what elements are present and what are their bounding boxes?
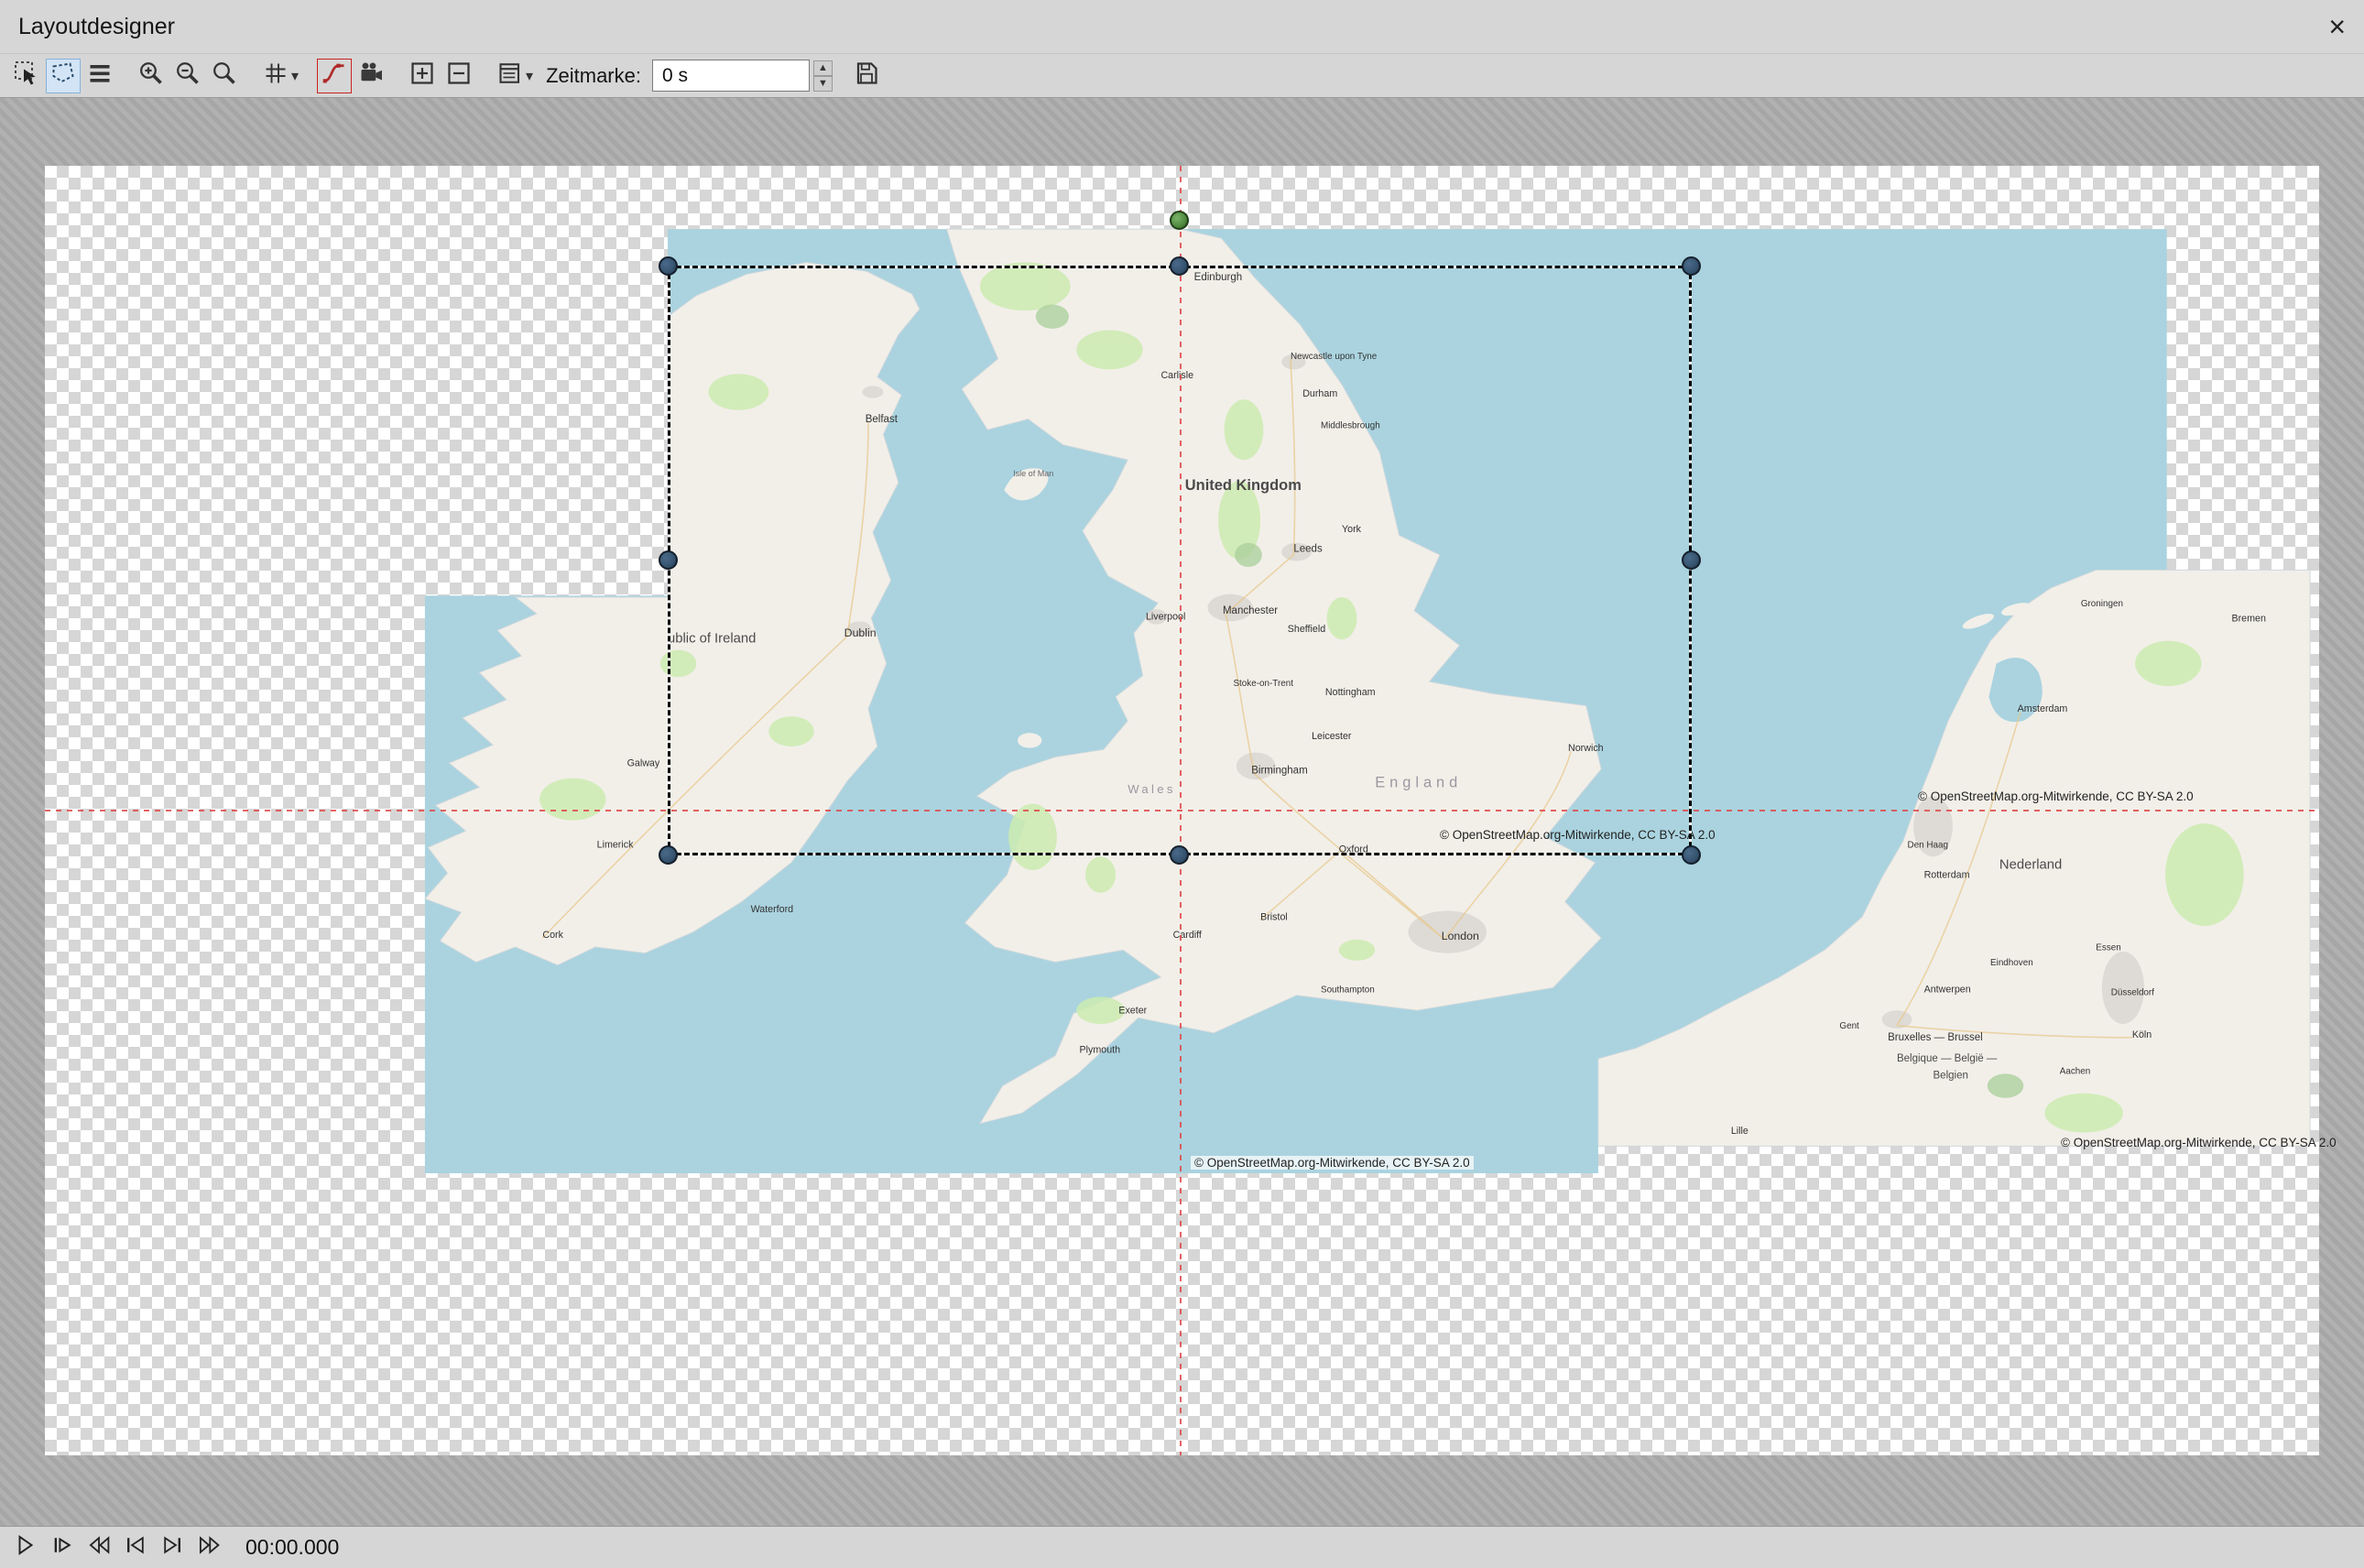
fast-forward-button[interactable] <box>194 1533 223 1563</box>
osm-attribution: © OpenStreetMap.org-Mitwirkende, CC BY-S… <box>1191 1156 1474 1170</box>
spinner-down-icon[interactable]: ▼ <box>813 76 833 92</box>
map-label: Essen <box>2096 942 2120 953</box>
remove-button[interactable] <box>441 59 476 93</box>
layoutdesigner-window: Layoutdesigner × <box>0 0 2364 1568</box>
map-label: Gent <box>1839 1021 1859 1031</box>
map-label: Lille <box>1731 1126 1748 1137</box>
dashed-polygon-icon <box>49 60 77 92</box>
selection-handle-middle-right[interactable] <box>1682 550 1701 570</box>
zoom-fit-button[interactable] <box>207 59 242 93</box>
window-title: Layoutdesigner <box>18 14 175 40</box>
map-label: Köln <box>2132 1029 2152 1040</box>
map-label: Eindhoven <box>1990 958 2033 968</box>
selection-handle-top-right[interactable] <box>1682 256 1701 276</box>
skip-to-end-button[interactable] <box>158 1533 187 1563</box>
map-label: Waterford <box>751 904 794 915</box>
map-label: Cork <box>542 930 563 941</box>
map-label: Den Haag <box>1907 840 1947 850</box>
camera-button[interactable] <box>354 59 388 93</box>
map-label: Exeter <box>1118 1005 1147 1016</box>
map-label: Galway <box>627 757 660 768</box>
zeitmarke-input[interactable] <box>652 60 810 92</box>
map-label: Limerick <box>597 839 634 850</box>
timecode-display: 00:00.000 <box>245 1535 339 1560</box>
grid-icon <box>262 60 289 92</box>
play-from-marker-button[interactable] <box>48 1533 77 1563</box>
skip-to-start-button[interactable] <box>121 1533 150 1563</box>
map-label: Cardiff <box>1173 930 1202 941</box>
polygon-select-tool-button[interactable] <box>46 59 81 93</box>
map-label: Bremen <box>2232 613 2266 624</box>
add-button[interactable] <box>405 59 440 93</box>
map-label: Groningen <box>2081 599 2123 609</box>
map-label: Plymouth <box>1080 1044 1121 1055</box>
select-tool-button[interactable] <box>9 59 44 93</box>
grid-snap-button[interactable] <box>258 59 293 93</box>
map-label: Amsterdam <box>2018 703 2068 714</box>
map-label: Southampton <box>1321 985 1375 995</box>
select-arrow-icon <box>13 60 40 92</box>
selection-handle-bottom-left[interactable] <box>659 845 678 865</box>
play-icon <box>14 1533 38 1562</box>
toolbar: ▾ ▾ Zeitmark <box>0 53 2364 98</box>
titlebar: Layoutdesigner × <box>0 0 2364 53</box>
properties-dropdown-caret[interactable]: ▾ <box>526 67 533 85</box>
close-button[interactable]: × <box>2328 12 2346 41</box>
layers-tool-button[interactable] <box>82 59 117 93</box>
play-marker-icon <box>50 1533 74 1562</box>
map-label: Nederland <box>1999 857 2062 872</box>
properties-window-icon <box>496 60 524 92</box>
selection-rectangle[interactable] <box>668 266 1692 855</box>
spinner-up-icon[interactable]: ▲ <box>813 60 833 76</box>
selection-handle-bottom-center[interactable] <box>1170 845 1189 865</box>
curve-tool-button[interactable] <box>317 59 352 93</box>
map-label: Düsseldorf <box>2111 988 2154 998</box>
osm-attribution: © OpenStreetMap.org-Mitwirkende, CC BY-S… <box>2061 1136 2337 1149</box>
map-label: Antwerpen <box>1924 984 1971 995</box>
zoom-out-icon <box>174 60 202 92</box>
map-label: Belgique — België — <box>1897 1053 1998 1064</box>
right-triangle-bar-icon <box>160 1533 184 1562</box>
movie-camera-icon <box>357 60 385 92</box>
properties-button[interactable] <box>493 59 528 93</box>
selection-handle-top-left[interactable] <box>659 256 678 276</box>
plus-square-icon <box>409 60 436 92</box>
map-label: London <box>1442 930 1479 942</box>
map-label: Aachen <box>2060 1066 2090 1076</box>
horizontal-lines-icon <box>86 60 114 92</box>
zoom-in-icon <box>137 60 165 92</box>
rewind-button[interactable] <box>84 1533 114 1563</box>
selection-handle-top-center[interactable] <box>1170 256 1189 276</box>
selection-handle-middle-left[interactable] <box>659 550 678 570</box>
double-right-triangles-icon <box>197 1533 221 1562</box>
bar-left-triangle-icon <box>124 1533 147 1562</box>
map-label: Rotterdam <box>1924 869 1970 880</box>
floppy-disk-icon <box>853 60 880 92</box>
grid-dropdown-caret[interactable]: ▾ <box>291 67 299 85</box>
canvas: United KingdomEnglandWalesublic of Irela… <box>0 98 2364 1526</box>
osm-attribution: © OpenStreetMap.org-Mitwirkende, CC BY-S… <box>1918 789 2194 803</box>
map-label: Bristol <box>1260 911 1288 922</box>
selection-handle-bottom-right[interactable] <box>1682 845 1701 865</box>
map-label: Bruxelles — Brussel <box>1888 1032 1983 1043</box>
map-label: Belgien <box>1933 1070 1967 1081</box>
curve-icon <box>321 60 348 92</box>
minus-square-icon <box>445 60 473 92</box>
save-button[interactable] <box>849 59 884 93</box>
play-button[interactable] <box>11 1533 40 1563</box>
zeitmarke-spinner[interactable]: ▲ ▼ <box>813 60 833 92</box>
magnifier-icon <box>211 60 238 92</box>
zoom-out-button[interactable] <box>170 59 205 93</box>
zoom-in-button[interactable] <box>134 59 169 93</box>
rotation-handle[interactable] <box>1170 211 1189 230</box>
double-left-triangles-icon <box>87 1533 111 1562</box>
zeitmarke-label: Zeitmarke: <box>546 64 641 88</box>
playback-bar: 00:00.000 <box>0 1526 2364 1568</box>
